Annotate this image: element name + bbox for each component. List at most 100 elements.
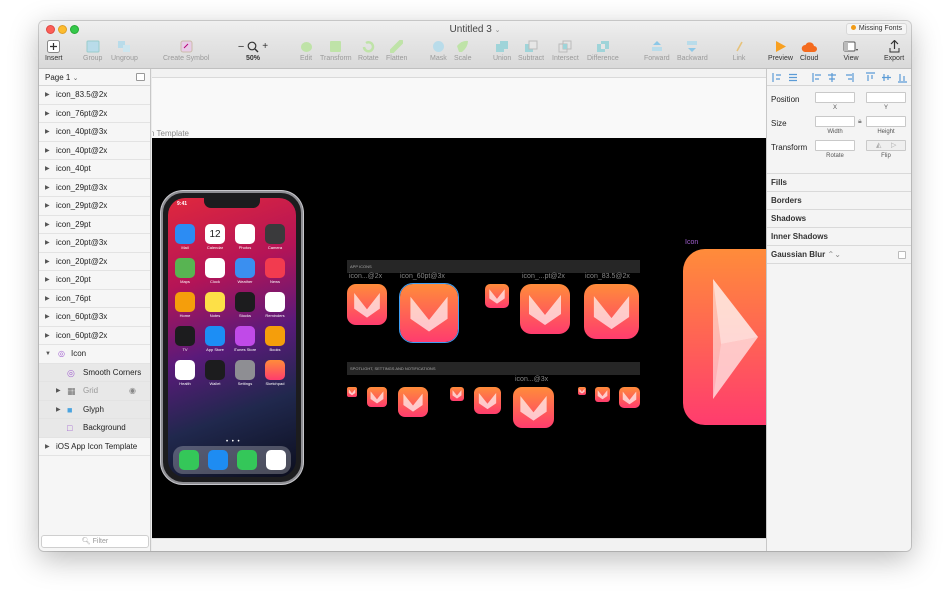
align-middle-icon[interactable] bbox=[882, 74, 891, 81]
flatten-button[interactable]: Flatten bbox=[386, 39, 407, 62]
disclosure-icon[interactable]: ▶ bbox=[56, 382, 61, 400]
fills-section[interactable]: Fills bbox=[767, 174, 911, 192]
icon-master[interactable] bbox=[683, 249, 766, 425]
zoom-in-button[interactable]: + bbox=[262, 41, 268, 52]
app-icon-variant[interactable] bbox=[513, 387, 554, 428]
align-left-icon[interactable] bbox=[772, 73, 781, 82]
layer-row[interactable]: ▶ icon_20pt@2x bbox=[39, 253, 150, 271]
zoom-control[interactable]: − + 50% bbox=[235, 39, 271, 63]
cloud-button[interactable]: Cloud bbox=[800, 39, 818, 62]
intersect-button[interactable]: Intersect bbox=[552, 39, 579, 62]
disclosure-icon[interactable]: ▶ bbox=[45, 197, 50, 215]
app-icon-variant[interactable] bbox=[578, 387, 586, 395]
borders-section[interactable]: Borders bbox=[767, 192, 911, 210]
layer-row[interactable]: ▶ icon_29pt@2x bbox=[39, 197, 150, 216]
disclosure-icon[interactable]: ▶ bbox=[45, 253, 50, 271]
app-icon-variant[interactable] bbox=[347, 284, 387, 325]
stepper-icon[interactable]: ⌃⌄ bbox=[827, 250, 840, 259]
filter-input[interactable]: 🔍︎ Filter bbox=[41, 535, 149, 548]
width-field[interactable] bbox=[815, 116, 855, 127]
zoom-out-button[interactable]: − bbox=[238, 41, 244, 53]
app-icon-variant[interactable] bbox=[619, 387, 640, 408]
gaussian-blur-section[interactable]: Gaussian Blur ⌃⌄ bbox=[767, 246, 911, 264]
app-icon-variant[interactable] bbox=[584, 284, 639, 339]
disclosure-icon[interactable]: ▶ bbox=[45, 160, 50, 178]
layer-row[interactable]: ▶ icon_76pt bbox=[39, 290, 150, 308]
layer-row[interactable]: ▶ icon_40pt@2x bbox=[39, 142, 150, 160]
blur-checkbox[interactable] bbox=[898, 251, 906, 259]
layer-row-child[interactable]: ◎ Smooth Corners bbox=[39, 363, 150, 382]
rotate-button[interactable]: Rotate bbox=[358, 39, 379, 62]
layer-row[interactable]: ▶ icon_29pt bbox=[39, 216, 150, 234]
export-button[interactable]: Export bbox=[884, 39, 904, 62]
missing-fonts-badge[interactable]: Missing Fonts bbox=[845, 23, 907, 35]
disclosure-icon[interactable]: ▶ bbox=[45, 142, 50, 160]
layer-row[interactable]: ▼ ◎ Icon bbox=[39, 345, 150, 364]
app-icon-variant[interactable] bbox=[485, 284, 509, 308]
subtract-button[interactable]: Subtract bbox=[518, 39, 544, 62]
disclosure-icon[interactable]: ▶ bbox=[45, 271, 50, 289]
flip-buttons[interactable]: ◭ ▷ bbox=[866, 140, 906, 151]
align-top-icon[interactable] bbox=[866, 72, 875, 81]
layer-row[interactable]: ▶ icon_29pt@3x bbox=[39, 179, 150, 197]
visibility-eye-icon[interactable]: ◉ bbox=[129, 382, 136, 400]
x-field[interactable] bbox=[815, 92, 855, 103]
edit-button[interactable]: Edit bbox=[298, 39, 314, 62]
disclosure-icon[interactable]: ▶ bbox=[45, 216, 50, 234]
layer-row[interactable]: ▶ icon_40pt bbox=[39, 160, 150, 179]
group-button[interactable]: Group bbox=[83, 39, 102, 62]
inner-shadows-section[interactable]: Inner Shadows bbox=[767, 228, 911, 246]
disclosure-icon[interactable]: ▶ bbox=[45, 179, 50, 197]
align-center-icon[interactable] bbox=[828, 73, 836, 82]
disclosure-icon[interactable]: ▶ bbox=[45, 86, 50, 104]
disclosure-icon[interactable]: ▶ bbox=[45, 308, 50, 326]
layer-row[interactable]: ▶ icon_83.5@2x bbox=[39, 86, 150, 105]
disclosure-icon[interactable]: ▶ bbox=[45, 234, 50, 252]
link-button[interactable]: Link bbox=[731, 39, 747, 62]
align-right-icon[interactable] bbox=[846, 73, 854, 82]
iphone-mockup[interactable]: 9:41 Mail 12 Calendar Photos Camera Maps Clock… bbox=[161, 191, 303, 484]
flip-horizontal-icon[interactable]: ◭ bbox=[876, 141, 881, 149]
app-icon-variant[interactable] bbox=[450, 387, 464, 401]
transform-button[interactable]: Transform bbox=[320, 39, 352, 62]
artboard[interactable]: 9:41 Mail 12 Calendar Photos Camera Maps Clock… bbox=[152, 138, 766, 538]
ungroup-button[interactable]: Ungroup bbox=[111, 39, 138, 62]
app-icon-variant[interactable] bbox=[399, 283, 459, 343]
scale-button[interactable]: Scale bbox=[454, 39, 472, 62]
union-button[interactable]: Union bbox=[493, 39, 511, 62]
align-bottom-icon[interactable] bbox=[898, 74, 907, 83]
create-symbol-button[interactable]: Create Symbol bbox=[163, 39, 209, 62]
forward-button[interactable]: Forward bbox=[644, 39, 670, 62]
layer-row[interactable]: ▶ icon_60pt@3x bbox=[39, 308, 150, 327]
distribute-icon[interactable] bbox=[789, 73, 797, 82]
preview-button[interactable]: Preview bbox=[768, 39, 793, 62]
canvas[interactable]: n Template 9:41 Mail 12 Calendar Photos Came… bbox=[152, 69, 766, 551]
window-title[interactable]: Untitled 3 ⌄ bbox=[39, 24, 911, 35]
rotate-field[interactable] bbox=[815, 140, 855, 151]
app-icon-variant[interactable] bbox=[367, 387, 387, 407]
app-icon-variant[interactable] bbox=[520, 284, 570, 334]
disclosure-icon[interactable]: ▶ bbox=[45, 123, 50, 141]
height-field[interactable] bbox=[866, 116, 906, 127]
page-selector[interactable]: Page 1 ⌄ bbox=[39, 69, 150, 86]
disclosure-icon[interactable]: ▶ bbox=[56, 401, 61, 419]
layer-row-child[interactable]: □ Background bbox=[39, 419, 150, 438]
layer-row[interactable]: ▶ icon_20pt bbox=[39, 271, 150, 290]
mask-button[interactable]: Mask bbox=[430, 39, 447, 62]
lock-icon[interactable]: 🔒︎ bbox=[858, 118, 862, 126]
shadows-section[interactable]: Shadows bbox=[767, 210, 911, 228]
y-field[interactable] bbox=[866, 92, 906, 103]
layer-row-child[interactable]: ▶ ▦ Grid ◉ bbox=[39, 382, 150, 401]
layer-row[interactable]: ▶ icon_76pt@2x bbox=[39, 105, 150, 123]
flip-vertical-icon[interactable]: ▷ bbox=[891, 141, 896, 149]
view-button[interactable]: View bbox=[843, 39, 859, 62]
collapse-pages-icon[interactable] bbox=[136, 73, 145, 81]
artboard-label[interactable]: n Template bbox=[152, 129, 189, 138]
disclosure-expanded-icon[interactable]: ▼ bbox=[45, 345, 51, 363]
layer-row-child[interactable]: ▶ ■ Glyph bbox=[39, 400, 150, 419]
app-icon-variant[interactable] bbox=[474, 387, 501, 414]
app-icon-variant[interactable] bbox=[398, 387, 428, 417]
difference-button[interactable]: Difference bbox=[587, 39, 619, 62]
disclosure-icon[interactable]: ▶ bbox=[45, 105, 50, 123]
layer-row[interactable]: ▶ icon_40pt@3x bbox=[39, 123, 150, 142]
